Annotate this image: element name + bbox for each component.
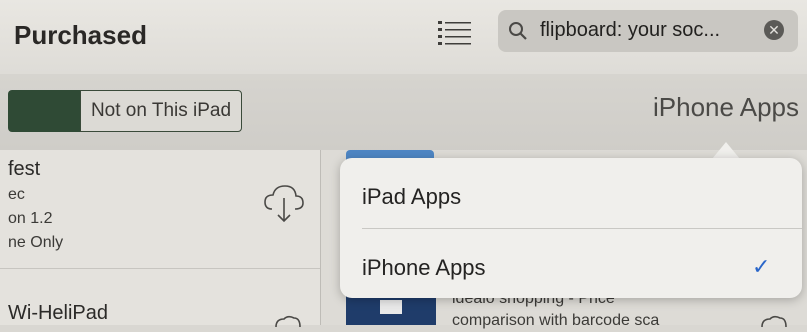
list-divider	[0, 268, 320, 269]
app-version: on 1.2	[8, 210, 53, 227]
cloud-download-icon[interactable]	[264, 183, 304, 230]
clear-icon[interactable]: ✕	[764, 20, 784, 40]
cloud-download-icon[interactable]	[756, 314, 790, 332]
list-icon[interactable]	[438, 20, 472, 51]
search-input[interactable]: flipboard: your soc... ✕	[498, 10, 798, 52]
popover-divider	[362, 228, 802, 229]
segment-not-on-this-ipad[interactable]: Not on This iPad	[80, 90, 242, 132]
option-ipad-apps[interactable]: iPad Apps	[362, 184, 461, 210]
checkmark-icon: ✓	[752, 254, 771, 279]
app-title: Wi-HeliPad	[8, 302, 109, 324]
page-title: Purchased	[14, 20, 147, 50]
search-text: flipboard: your soc...	[540, 19, 721, 41]
popover-arrow	[712, 142, 740, 159]
search-icon	[508, 21, 528, 46]
app-device: ne Only	[8, 234, 64, 251]
segment-all[interactable]	[8, 90, 80, 132]
app-title: fest	[8, 158, 41, 180]
app-subtitle: comparison with barcode sca	[452, 312, 660, 329]
cloud-download-icon[interactable]	[270, 314, 304, 332]
category-selector[interactable]: iPhone Apps	[653, 92, 799, 123]
app-developer: ec	[8, 186, 25, 203]
option-iphone-apps[interactable]: iPhone Apps	[362, 255, 486, 281]
